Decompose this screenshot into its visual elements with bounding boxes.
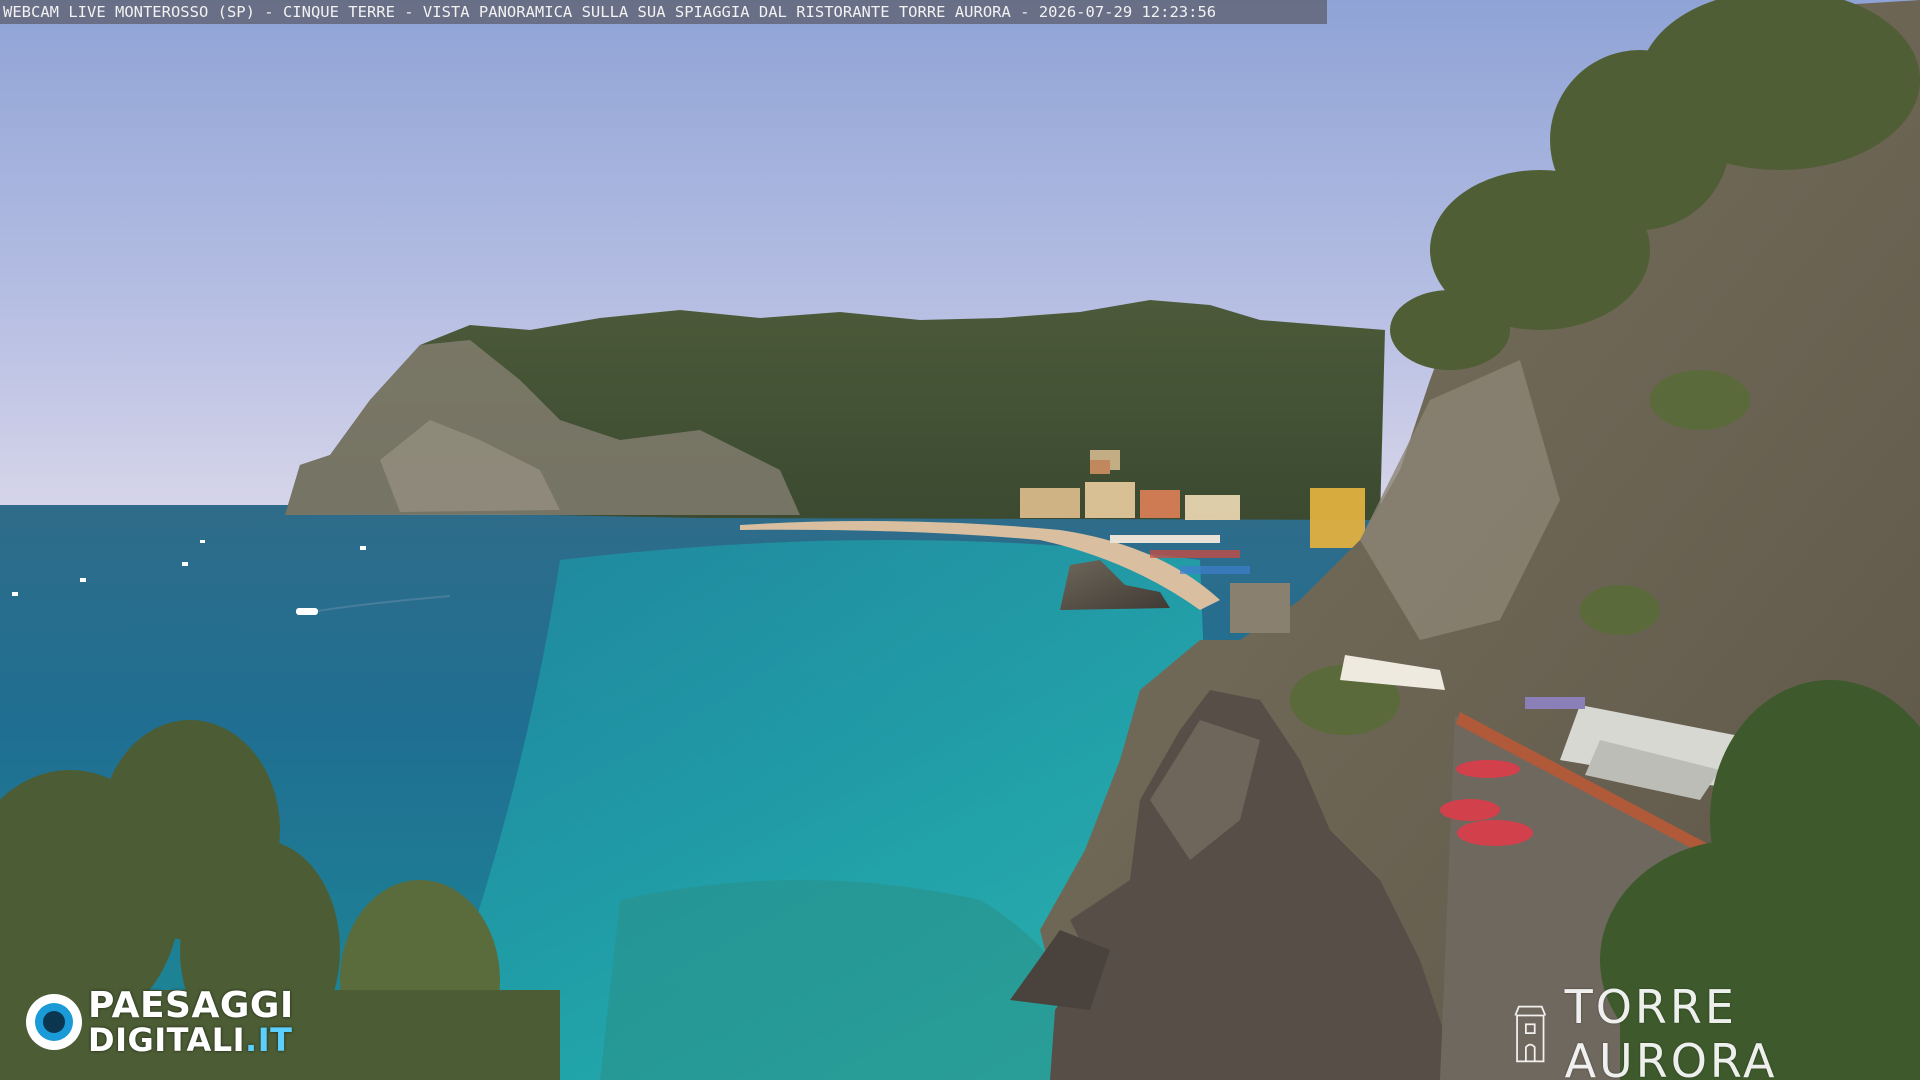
- logo-tld: .IT: [245, 1021, 293, 1059]
- webcam-frame: WEBCAM LIVE MONTEROSSO (SP) - CINQUE TER…: [0, 0, 1920, 1080]
- logo-line1: PAESAGGI: [88, 985, 294, 1026]
- tower-icon: [1514, 1005, 1547, 1063]
- torre-aurora-logo: TORRE AURORA: [1510, 980, 1920, 1080]
- logo-line2: DIGITALI: [88, 1021, 246, 1059]
- webcam-caption: WEBCAM LIVE MONTEROSSO (SP) - CINQUE TER…: [0, 0, 1327, 24]
- paesaggi-digitali-logo: PAESAGGI DIGITALI.IT: [26, 988, 294, 1056]
- torre-aurora-text: TORRE AURORA: [1564, 980, 1778, 1080]
- panorama-scene: [0, 0, 1920, 1080]
- eye-icon: [26, 994, 82, 1050]
